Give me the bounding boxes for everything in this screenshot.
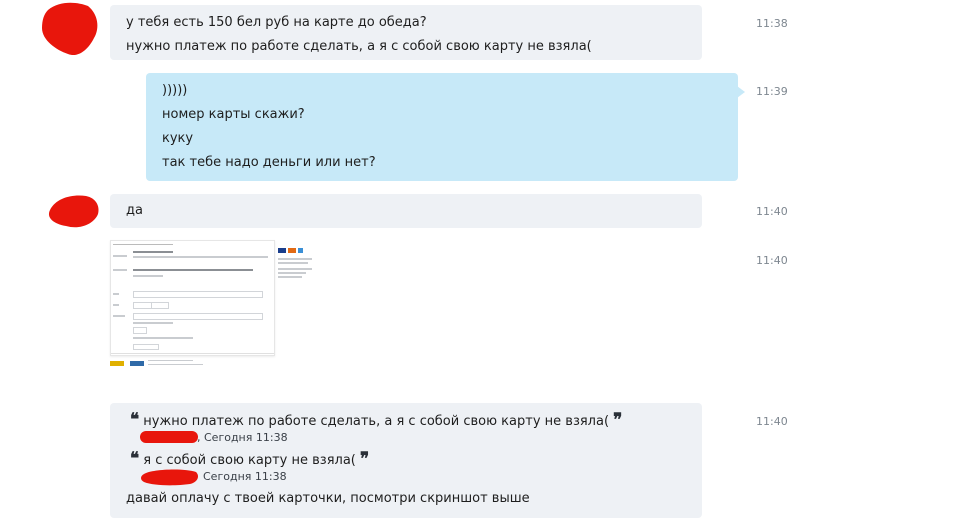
open-quote-icon: ❝ [130,449,140,469]
quote-text: я с собой свою карту не взяла( [143,453,356,468]
quote-meta: Сегодня 11:38 [203,470,287,483]
quote-meta: , Сегодня 11:38 [197,431,288,444]
payment-form-thumbnail [110,240,275,356]
message-text: нужно платеж по работе сделать, а я с со… [126,39,592,54]
message-text: давай оплачу с твоей карточки, посмотри … [126,491,530,506]
redacted-name [140,431,198,443]
open-quote-icon: ❝ [130,410,140,430]
quote-text: нужно платеж по работе сделать, а я с со… [143,414,610,429]
redacted-avatar [42,2,98,56]
message-bubble-1[interactable]: у тебя есть 150 бел руб на карте до обед… [110,5,702,60]
screenshot-attachment[interactable] [110,240,315,370]
message-bubble-3[interactable]: да [110,194,702,228]
timestamp: 11:40 [756,415,788,428]
close-quote-icon: ❞ [360,449,370,469]
timestamp: 11:39 [756,85,788,98]
close-quote-icon: ❞ [613,410,623,430]
redacted-avatar [48,195,99,228]
timestamp: 11:40 [756,205,788,218]
quote-block-1: ❝ нужно платеж по работе сделать, а я с … [130,410,622,432]
message-bubble-2[interactable]: ))))) номер карты скажи? куку так тебе н… [146,73,738,181]
message-text: куку [162,131,194,146]
bubble-tail [737,86,745,98]
message-text: так тебе надо деньги или нет? [162,155,376,170]
timestamp: 11:38 [756,17,788,30]
timestamp: 11:40 [756,254,788,267]
message-text: да [126,203,143,218]
message-text: у тебя есть 150 бел руб на карте до обед… [126,15,427,30]
message-text: ))))) [162,83,188,98]
redacted-name [141,469,198,486]
message-text: номер карты скажи? [162,107,305,122]
